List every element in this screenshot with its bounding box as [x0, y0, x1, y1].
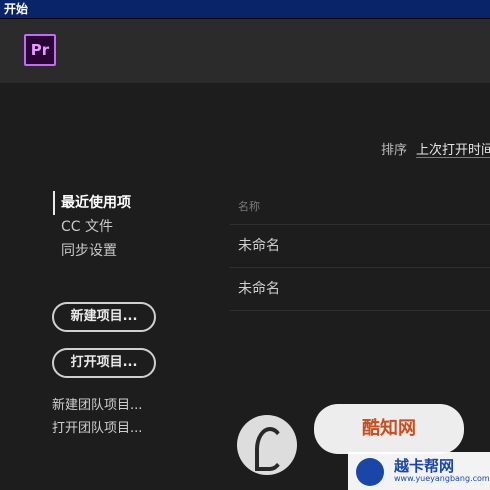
- watermark-site-logo-2: 越卡帮网 www.yueyangbang.com: [348, 452, 490, 490]
- new-team-project-link[interactable]: 新建团队项目...: [52, 394, 142, 413]
- nav-item-sync-settings[interactable]: 同步设置: [53, 239, 131, 263]
- watermark-site-url: www.yueyangbang.com: [394, 474, 490, 483]
- premiere-logo-icon: Pr: [24, 34, 56, 66]
- open-project-button[interactable]: 打开项目...: [52, 348, 156, 378]
- list-item[interactable]: 未命名: [230, 268, 490, 311]
- window-titlebar: 开始: [0, 0, 490, 19]
- list-item[interactable]: 未命名: [230, 225, 490, 268]
- start-nav: 最近使用项 CC 文件 同步设置: [53, 191, 131, 263]
- sort-label: 排序: [381, 143, 408, 158]
- new-project-button[interactable]: 新建项目...: [52, 302, 156, 332]
- watermark-badge-icon: [356, 458, 384, 486]
- watermark-site-name: 越卡帮网: [394, 457, 455, 475]
- open-team-project-link[interactable]: 打开团队项目...: [52, 417, 142, 436]
- window-title: 开始: [4, 2, 29, 16]
- start-header: [0, 19, 490, 83]
- nav-item-recent[interactable]: 最近使用项: [53, 191, 131, 215]
- recent-projects-list: 名称 未命名 未命名: [230, 196, 490, 311]
- watermark-site-logo: 酷知网: [314, 404, 464, 454]
- nav-item-cc-files[interactable]: CC 文件: [53, 215, 131, 239]
- column-header-name[interactable]: 名称: [230, 196, 490, 225]
- watermark-swirl-logo-icon: [237, 415, 297, 475]
- sort-dropdown[interactable]: 上次打开时间: [416, 139, 490, 158]
